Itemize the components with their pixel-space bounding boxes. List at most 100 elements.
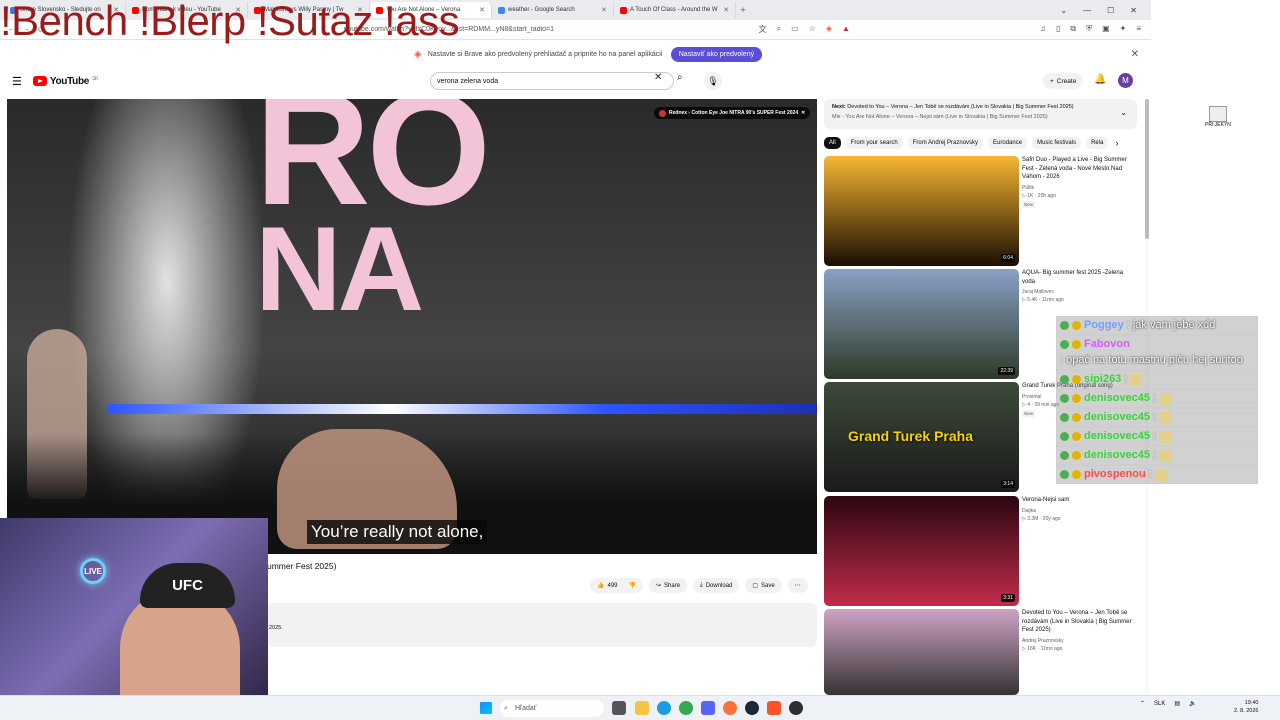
language-indicator[interactable]: SLK — [1154, 701, 1165, 707]
file-explorer-icon[interactable] — [635, 701, 649, 715]
now-playing-chip[interactable]: Rednex - Cotton Eye Joe NITRA 90's SUPER… — [654, 107, 811, 119]
firefox-icon[interactable] — [723, 701, 737, 715]
save-button[interactable]: ▢ Save — [745, 578, 782, 593]
new-tab-button[interactable]: + — [736, 5, 750, 15]
chat-badge-icon — [1060, 470, 1069, 479]
search-icon[interactable]: ⌕ — [677, 72, 683, 83]
extensions-icon[interactable]: ⧉ — [1070, 24, 1076, 35]
sidebar-icon[interactable]: ▯ — [1056, 24, 1060, 35]
tab-list-button[interactable]: ⌄ — [1060, 6, 1067, 15]
thumbs-down-icon[interactable]: 👎 — [629, 582, 636, 589]
chat-username[interactable]: sipi263 — [1084, 373, 1121, 386]
tab-close-icon[interactable]: ✕ — [723, 6, 729, 14]
media-icon[interactable]: ♫ — [1040, 24, 1046, 35]
microphone-icon[interactable]: 🎙 — [704, 72, 722, 90]
volume-icon[interactable]: 🔈 — [1189, 700, 1196, 707]
bookmark-icon[interactable]: ☆ — [809, 24, 816, 35]
chat-username[interactable]: denisovec45 — [1084, 449, 1150, 462]
windows-start-icon[interactable] — [480, 702, 492, 714]
tray-chevron-icon[interactable]: ⌃ — [1140, 700, 1145, 707]
video-thumbnail[interactable]: 3:31 — [824, 496, 1019, 606]
video-thumbnail[interactable]: Grand Turek Praha 3:14 — [824, 382, 1019, 492]
clear-search-icon[interactable]: ✕ — [654, 72, 662, 83]
recommendation-item[interactable]: 3:31 Verona-Nejsi sam Daijka ▷ 3.3M · 20y a… — [824, 496, 1137, 606]
chat-username[interactable]: denisovec45 — [1084, 392, 1150, 405]
chat-username[interactable]: Fabovon — [1084, 338, 1130, 351]
video-thumbnail[interactable]: 6:04 — [824, 156, 1019, 266]
obs-icon[interactable] — [789, 701, 803, 715]
brave-icon[interactable] — [767, 701, 781, 715]
chat-username[interactable]: denisovec45 — [1084, 430, 1150, 443]
chevron-right-icon[interactable]: › — [1115, 138, 1118, 148]
recommendation-title[interactable]: Verona-Nejsi sam — [1022, 496, 1137, 505]
brave-shield-icon[interactable]: ◈ — [826, 24, 832, 35]
chat-username[interactable]: Poggey — [1084, 319, 1124, 332]
browser-tab[interactable]: weather - Google Search ✕ — [492, 2, 614, 18]
tab-close-icon[interactable]: ✕ — [479, 6, 485, 14]
search-input[interactable]: verona zelena voda — [430, 72, 674, 90]
vpn-icon[interactable]: ⛨ — [1086, 24, 1092, 35]
recommendation-title[interactable]: Devoted to You – Verona – Jen Tobě se ro… — [1022, 609, 1137, 635]
chat-username[interactable]: denisovec45 — [1084, 411, 1150, 424]
desktop-shortcut[interactable]: PŘI.JEKYN — [1205, 106, 1231, 132]
notifications-bell-icon[interactable]: 🔔 — [1094, 74, 1106, 85]
browser-tab[interactable]: A Touch Of Class - Around the W ✕ — [614, 2, 736, 18]
video-player[interactable]: RO NA Rednex - Cotton Eye Joe NITRA 90's… — [7, 99, 817, 554]
close-window-button[interactable]: ✕ — [1130, 6, 1137, 15]
wallet-icon[interactable]: ▣ — [1102, 24, 1110, 35]
channel-name[interactable]: Juraj Mallovec — [1022, 289, 1137, 295]
steam-icon[interactable] — [745, 701, 759, 715]
recommendation-title[interactable]: AQUA- Big summer fest 2025 -Zelena voda — [1022, 269, 1137, 286]
filter-chip[interactable]: Music festivals — [1032, 137, 1082, 149]
chrome-icon[interactable] — [679, 701, 693, 715]
chat-text: : — [1153, 411, 1157, 423]
up-next-banner[interactable]: Next: Devoted to You – Verona – Jen Tobě… — [824, 99, 1137, 129]
video-thumbnail[interactable]: 22:39 — [824, 269, 1019, 379]
leo-icon[interactable]: ✦ — [1120, 24, 1127, 35]
maximize-button[interactable]: ☐ — [1107, 6, 1114, 15]
chat-badge-icon — [1072, 470, 1081, 479]
channel-name[interactable]: Püllik — [1022, 185, 1137, 191]
filter-chip[interactable]: From your search — [845, 137, 903, 149]
chat-message: Poggey: jak vam jebe xdd — [1056, 316, 1258, 335]
more-actions-button[interactable]: ⋯ — [787, 578, 808, 593]
edge-icon[interactable] — [657, 701, 671, 715]
recommendation-item[interactable]: 6:04 Safri Duo - Played a Live - Big Summ… — [824, 156, 1137, 266]
infobar-close-icon[interactable]: ✕ — [1131, 49, 1139, 60]
now-playing-title: Rednex - Cotton Eye Joe NITRA 90's SUPER… — [669, 110, 799, 116]
taskbar-search[interactable]: ⌕ Hľadať — [500, 700, 604, 717]
menu-icon[interactable]: ≡ — [1136, 24, 1141, 35]
share-button[interactable]: ↪ Share — [648, 578, 688, 593]
recommendation-item[interactable]: Devoted to You – Verona – Jen Tobě se ro… — [824, 609, 1137, 695]
video-description[interactable]: 2025. — [267, 603, 817, 647]
close-chip-icon[interactable]: ✕ — [801, 110, 805, 116]
avatar[interactable]: M — [1118, 73, 1133, 88]
youtube-logo[interactable]: YouTube SK — [32, 76, 98, 87]
hamburger-menu-icon[interactable]: ☰ — [12, 75, 22, 88]
channel-name[interactable]: Daijka — [1022, 508, 1137, 514]
task-view-icon[interactable] — [612, 701, 626, 715]
like-button[interactable]: 👍 499 👎 — [590, 578, 643, 593]
zoom-icon[interactable]: ⌕ — [777, 24, 781, 35]
chevron-down-icon[interactable]: ⌄ — [1120, 108, 1127, 117]
filter-chip[interactable]: All — [824, 137, 841, 149]
tab-close-icon[interactable]: ✕ — [601, 6, 607, 14]
network-icon[interactable]: ▤ — [1174, 700, 1180, 707]
filter-chip[interactable]: Rela — [1086, 137, 1109, 149]
channel-name[interactable]: Andrej Praznovsky — [1022, 638, 1137, 644]
translate-icon[interactable]: 文 — [759, 24, 767, 35]
brave-rewards-icon[interactable]: ▲ — [842, 24, 850, 35]
taskbar-clock[interactable]: 19:40 2. 8. 2026 — [1234, 699, 1258, 715]
cast-icon[interactable]: ▭ — [791, 24, 799, 35]
filter-chip[interactable]: Eurodance — [988, 137, 1028, 149]
create-button[interactable]: + Create — [1043, 73, 1084, 89]
set-default-button[interactable]: Nastaviť ako predvolený — [670, 46, 763, 62]
filter-chip[interactable]: From Andrej Praznovsky — [907, 137, 984, 149]
discord-icon[interactable] — [701, 701, 715, 715]
scrollbar-thumb[interactable] — [1145, 99, 1149, 239]
download-button[interactable]: ⤓ Download — [693, 578, 740, 593]
chat-username[interactable]: pivospenou — [1084, 468, 1146, 481]
recommendation-title[interactable]: Safri Duo - Played a Live - Big Summer F… — [1022, 156, 1137, 182]
video-thumbnail[interactable] — [824, 609, 1019, 695]
minimize-button[interactable]: — — [1083, 6, 1091, 15]
